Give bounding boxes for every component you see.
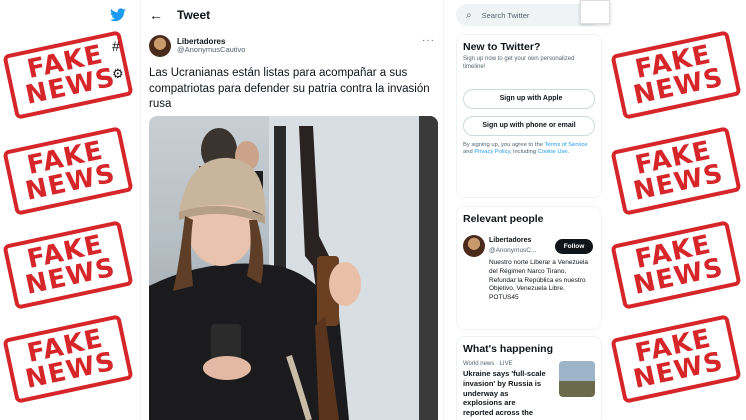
photo-of-young-woman-with-rifle-on-bus (149, 116, 438, 420)
cookie-link[interactable]: Cookie Use (538, 149, 568, 155)
fake-news-stamp: FAKE NEWS (610, 126, 742, 216)
tweet-author[interactable]: Libertadores @AnonymusCautivo ··· (149, 33, 439, 59)
author-info: Libertadores @AnonymusCautivo (177, 37, 245, 55)
page-title: Tweet (177, 8, 211, 22)
new-to-twitter-title: New to Twitter? (463, 41, 541, 53)
new-to-twitter-subtitle: Sign up now to get your own personalized… (463, 56, 575, 70)
whats-happening-card: What's happening World news · LIVE Ukrai… (456, 336, 602, 420)
sign-up-phone-label: Sign up with phone or email (482, 122, 576, 130)
relevant-people-title: Relevant people (463, 213, 544, 225)
person-bio: Nuestro norte Liberar a Venezuela del Ré… (489, 259, 589, 302)
left-nav: # ⚙ (96, 0, 140, 420)
twitter-bird-icon[interactable] (110, 8, 126, 22)
terms-prefix: By signing up, you agree to the (463, 141, 545, 148)
sign-up-apple-button[interactable]: Sign up with Apple (463, 88, 595, 109)
terms-middle: and (463, 149, 475, 156)
right-sidebar: ⌕ Search Twitter New to Twitter? Sign up… (452, 0, 604, 420)
hashtag-icon[interactable]: # (112, 38, 120, 54)
tweet-column: ← Tweet Libertadores @AnonymusCautivo ··… (140, 0, 444, 420)
terms-link[interactable]: Terms of Service (544, 142, 587, 148)
back-arrow-icon[interactable]: ← (149, 7, 169, 23)
sign-up-phone-button[interactable]: Sign up with phone or email (463, 115, 595, 136)
fake-news-stamp: FAKE NEWS (610, 220, 742, 310)
terms-middle2: , including (509, 149, 538, 156)
sign-up-apple-label: Sign up with Apple (499, 95, 563, 103)
screenshot-root: FAKE NEWS FAKE NEWS FAKE NEWS FAKE NEWS # ⚙ … (0, 0, 746, 420)
privacy-link[interactable]: Privacy Policy (474, 149, 510, 155)
author-handle[interactable]: @AnonymusCautivo (177, 46, 245, 55)
tweet-photo[interactable] (149, 116, 438, 420)
tweet-text: Las Ucranianas están listas para acompañ… (149, 67, 430, 111)
fake-news-stamp: FAKE NEWS (610, 314, 742, 404)
trend-headline[interactable]: Ukraine says 'full-scale invasion' by Ru… (457, 367, 553, 420)
tweet-header: ← Tweet (141, 0, 443, 30)
gear-icon[interactable]: ⚙ (112, 66, 124, 82)
terms-suffix: . (567, 149, 570, 156)
search-placeholder: Search Twitter (481, 10, 530, 20)
new-to-twitter-card: New to Twitter? Sign up now to get your … (456, 34, 602, 198)
person-name[interactable]: Libertadores (489, 237, 531, 244)
relevant-people-card: Relevant people Libertadores @AnonymusC.… (456, 206, 602, 330)
fake-news-stamp: FAKE NEWS (610, 30, 742, 120)
trend-thumbnail[interactable] (559, 361, 595, 397)
overlay-popup (580, 0, 610, 24)
terms-text: By signing up, you agree to the Terms of… (457, 136, 601, 164)
follow-button[interactable]: Follow (555, 239, 593, 254)
avatar[interactable] (463, 235, 485, 257)
person-item[interactable]: Libertadores @AnonymusC... Follow Nuestr… (457, 235, 601, 325)
more-options-icon[interactable]: ··· (422, 35, 435, 46)
person-handle[interactable]: @AnonymusC... (489, 247, 536, 254)
search-icon: ⌕ (466, 9, 472, 21)
avatar[interactable] (149, 35, 171, 57)
whats-happening-title: What's happening (463, 343, 553, 355)
